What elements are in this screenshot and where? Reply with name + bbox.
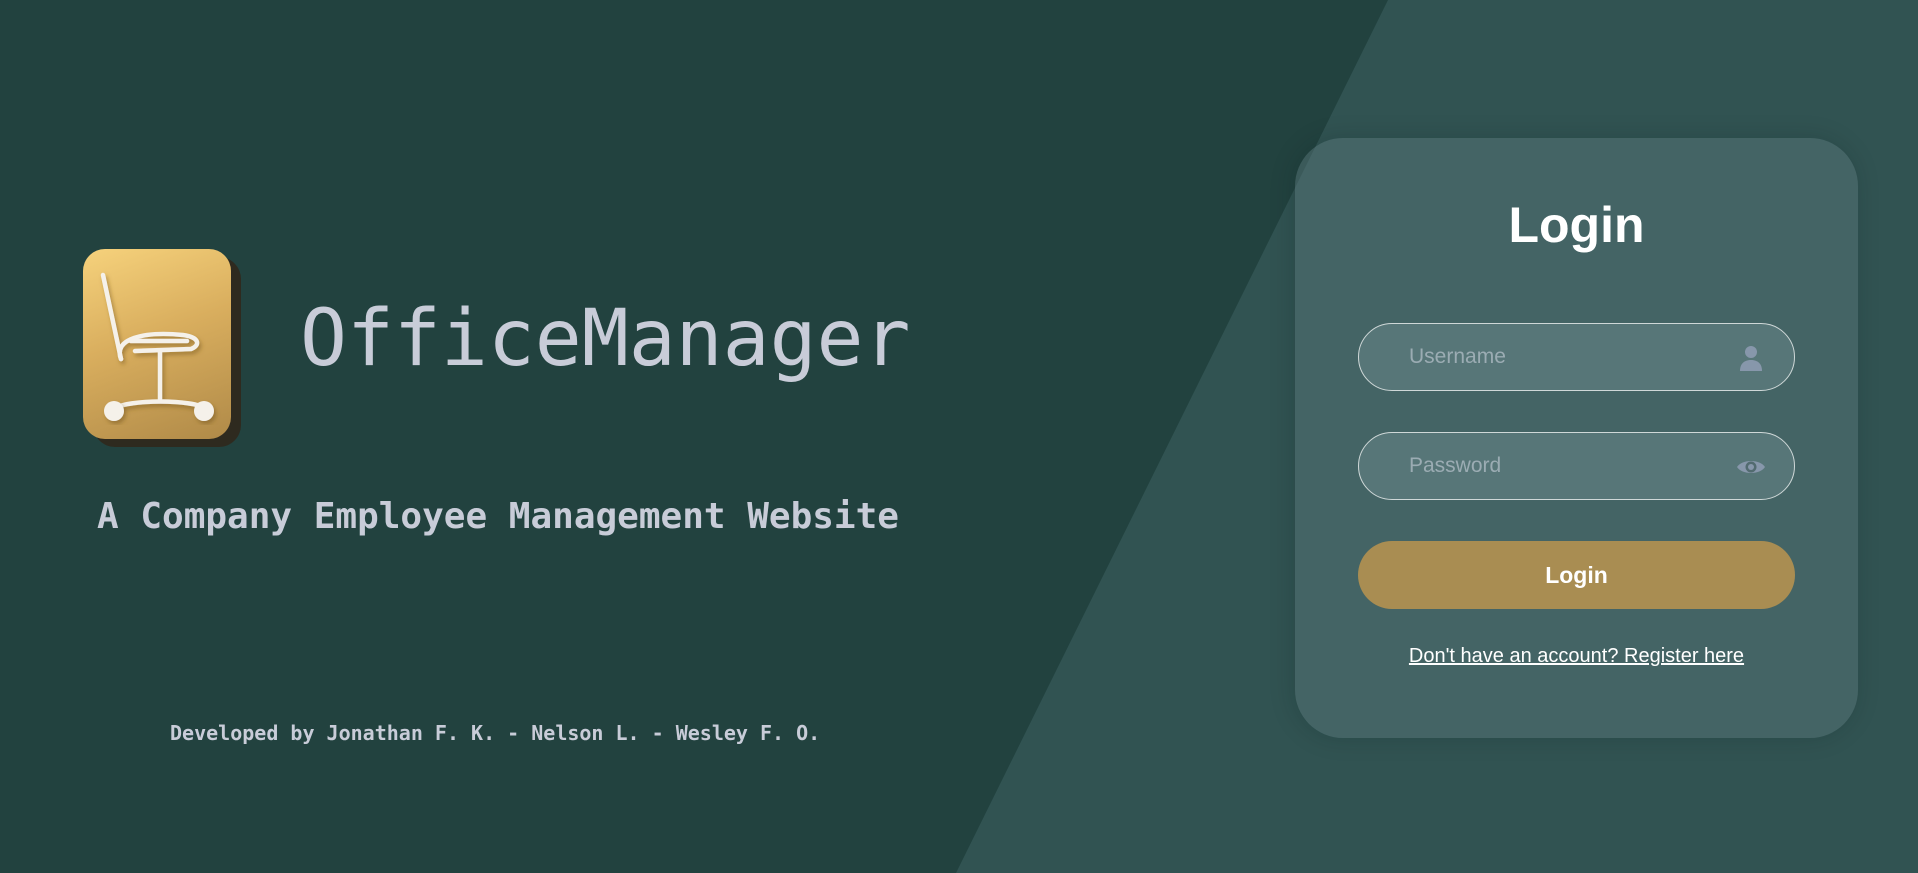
login-button[interactable]: Login <box>1358 541 1795 609</box>
eye-icon[interactable] <box>1736 452 1766 482</box>
logo-tile <box>83 249 231 439</box>
login-card: Login Login Don't have an account? Regis… <box>1295 138 1858 738</box>
developer-credits: Developed by Jonathan F. K. - Nelson L. … <box>170 721 821 745</box>
app-logo <box>83 249 241 447</box>
password-field[interactable] <box>1358 432 1795 500</box>
password-input[interactable] <box>1409 433 1709 498</box>
register-link[interactable]: Don't have an account? Register here <box>1295 644 1858 668</box>
app-title: OfficeManager <box>300 294 911 384</box>
app-subtitle: A Company Employee Management Website <box>97 496 899 537</box>
login-title: Login <box>1508 197 1645 253</box>
user-icon <box>1736 343 1766 373</box>
username-field[interactable] <box>1358 323 1795 391</box>
username-input[interactable] <box>1409 324 1709 389</box>
office-chair-icon <box>100 272 214 421</box>
